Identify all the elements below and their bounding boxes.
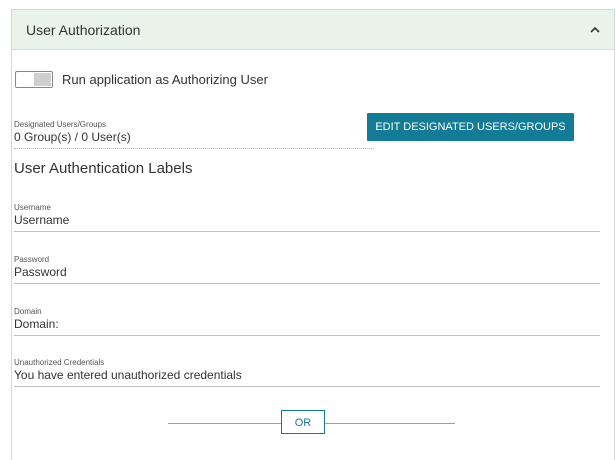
password-field-label: Password — [14, 255, 50, 264]
password-field-value: Password — [14, 265, 67, 279]
or-divider-left-line — [168, 423, 281, 424]
toggle-knob — [18, 73, 35, 86]
username-label-field[interactable]: Username Username — [14, 203, 600, 232]
domain-field-label: Domain — [14, 307, 42, 316]
designated-users-field: Designated Users/Groups 0 Group(s) / 0 U… — [14, 120, 372, 149]
panel-header[interactable]: User Authorization — [12, 10, 614, 50]
edit-designated-users-button[interactable]: EDIT DESIGNATED USERS/GROUPS — [367, 113, 574, 141]
username-field-label: Username — [14, 203, 51, 212]
authorizing-user-toggle-label: Run application as Authorizing User — [62, 72, 268, 87]
password-label-field[interactable]: Password Password — [14, 255, 600, 284]
domain-label-field[interactable]: Domain Domain: — [14, 307, 600, 336]
domain-field-value: Domain: — [14, 317, 59, 331]
unauthorized-credentials-value: You have entered unauthorized credential… — [14, 368, 242, 382]
or-divider-right-line — [325, 423, 455, 424]
unauthorized-credentials-field[interactable]: Unauthorized Credentials You have entere… — [14, 358, 600, 387]
username-field-value: Username — [14, 213, 70, 227]
designated-users-value: 0 Group(s) / 0 User(s) — [14, 130, 131, 144]
authorizing-user-toggle[interactable] — [15, 71, 53, 88]
or-divider-button[interactable]: OR — [281, 410, 325, 434]
designated-users-label: Designated Users/Groups — [14, 120, 107, 129]
chevron-up-icon[interactable] — [588, 23, 602, 37]
unauthorized-credentials-label: Unauthorized Credentials — [14, 358, 105, 367]
toggle-track — [34, 73, 51, 86]
section-heading-auth-labels: User Authentication Labels — [14, 160, 193, 177]
panel-title: User Authorization — [26, 22, 141, 38]
